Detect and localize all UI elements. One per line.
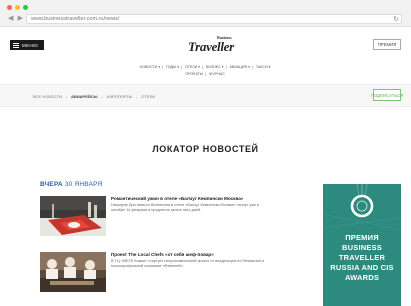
top-navigation: НОВОСТИ ▾ | ГИДЫ ▾ | ОТЕЛИ ▾ | БИЗНЕС ▾ | АВ… xyxy=(120,64,290,78)
url-text: www.businesstraveller.com.ru/news/ xyxy=(31,16,120,22)
date-heading: ВЧЕРА 30 ЯНВАРЯ xyxy=(40,181,102,188)
section-item-airports[interactable]: АЭРОПОРТЫ xyxy=(107,94,133,99)
news-item[interactable]: Романтический ужин в отеле «Балчуг Кемпи… xyxy=(40,196,270,238)
topnav-item-projects[interactable]: ПРОЕКТЫ xyxy=(185,72,203,76)
date-heading-day: ВЧЕРА xyxy=(40,181,63,188)
section-item-all-news[interactable]: ВСЕ НОВОСТИ xyxy=(33,94,62,99)
reload-icon[interactable]: ↻ xyxy=(393,15,399,23)
news-title[interactable]: Романтический ужин в отеле «Балчуг Кемпи… xyxy=(111,196,271,202)
hamburger-icon xyxy=(13,42,19,48)
close-window-button[interactable] xyxy=(7,5,12,10)
award-ring-icon xyxy=(323,184,401,231)
topnav-item-hotels[interactable]: ОТЕЛИ ▾ xyxy=(185,65,200,69)
address-bar[interactable]: www.businesstraveller.com.ru/news/ ↻ xyxy=(26,14,402,24)
awards-ad-banner[interactable]: ПРЕМИЯ BUSINESS TRAVELLER RUSSIA AND CIS… xyxy=(323,184,401,306)
restaurant-dinner-image xyxy=(40,196,106,236)
chefs-cooking-image xyxy=(40,252,106,292)
topnav-item-news[interactable]: НОВОСТИ ▾ xyxy=(140,65,161,69)
section-divider: | xyxy=(65,94,67,99)
ad-line: BUSINESS xyxy=(342,243,382,252)
logo-main-text: Traveller xyxy=(188,39,234,54)
back-forward-icon[interactable]: ◀ ▶ xyxy=(8,14,24,22)
ad-line: RUSSIA AND CIS xyxy=(330,263,394,272)
section-divider: | xyxy=(136,94,138,99)
topnav-item-guides[interactable]: ГИДЫ ▾ xyxy=(166,65,179,69)
maximize-window-button[interactable] xyxy=(23,5,28,10)
news-description: Накануне Дня святого Валентина в отеле «… xyxy=(111,202,260,212)
ad-line: ПРЕМИЯ xyxy=(345,233,379,242)
news-item[interactable]: Проект The Local Chefs «от себя шеф-пова… xyxy=(40,252,270,294)
date-heading-date: 30 ЯНВАРЯ xyxy=(64,181,103,188)
site-logo[interactable]: Business Traveller xyxy=(188,35,236,55)
section-item-flights[interactable]: АВИАРЕЙСЫ xyxy=(71,94,98,99)
news-thumbnail[interactable] xyxy=(40,196,106,236)
news-description: В ТЦ «МЕГА Химки» стартует гастрономичес… xyxy=(111,258,265,268)
section-item-hotels[interactable]: ОТЕЛИ xyxy=(141,94,155,99)
topnav-row-1: НОВОСТИ ▾ | ГИДЫ ▾ | ОТЕЛИ ▾ | БИЗНЕС ▾ | АВ… xyxy=(139,65,271,69)
awards-ad-text: ПРЕМИЯ BUSINESS TRAVELLER RUSSIA AND CIS… xyxy=(323,233,401,283)
browser-chrome: ◀ ▶ www.businesstraveller.com.ru/news/ ↻ xyxy=(0,0,411,27)
subscribe-button[interactable]: ПОДПИСАТЬСЯ xyxy=(371,89,403,101)
topnav-item-taxi[interactable]: ТАКСИ ▾ xyxy=(256,65,271,69)
news-thumbnail[interactable] xyxy=(40,252,106,292)
minimize-window-button[interactable] xyxy=(15,5,20,10)
menu-button[interactable]: МЕНЮ xyxy=(10,40,44,50)
menu-button-label: МЕНЮ xyxy=(22,42,39,48)
topnav-item-magazine[interactable]: ЖУРНАЛ xyxy=(209,72,225,76)
news-title[interactable]: Проект The Local Chefs «от себя шеф-пова… xyxy=(111,252,271,258)
page-title: ЛОКАТОР НОВОСТЕЙ xyxy=(152,144,259,154)
topnav-item-business[interactable]: БИЗНЕС ▾ xyxy=(206,65,224,69)
prize-button[interactable]: ПРЕМИЯ xyxy=(373,39,401,50)
section-divider: | xyxy=(101,94,103,99)
section-navigation: ВСЕ НОВОСТИ | АВИАРЕЙСЫ | АЭРОПОРТЫ | ОТ… xyxy=(0,84,411,107)
topnav-row-2: ПРОЕКТЫ | ЖУРНАЛ xyxy=(185,72,225,76)
ad-line: TRAVELLER xyxy=(338,253,386,262)
topnav-item-aviation[interactable]: АВИАЦИЯ ▾ xyxy=(230,65,250,69)
ad-line: AWARDS xyxy=(344,273,380,282)
